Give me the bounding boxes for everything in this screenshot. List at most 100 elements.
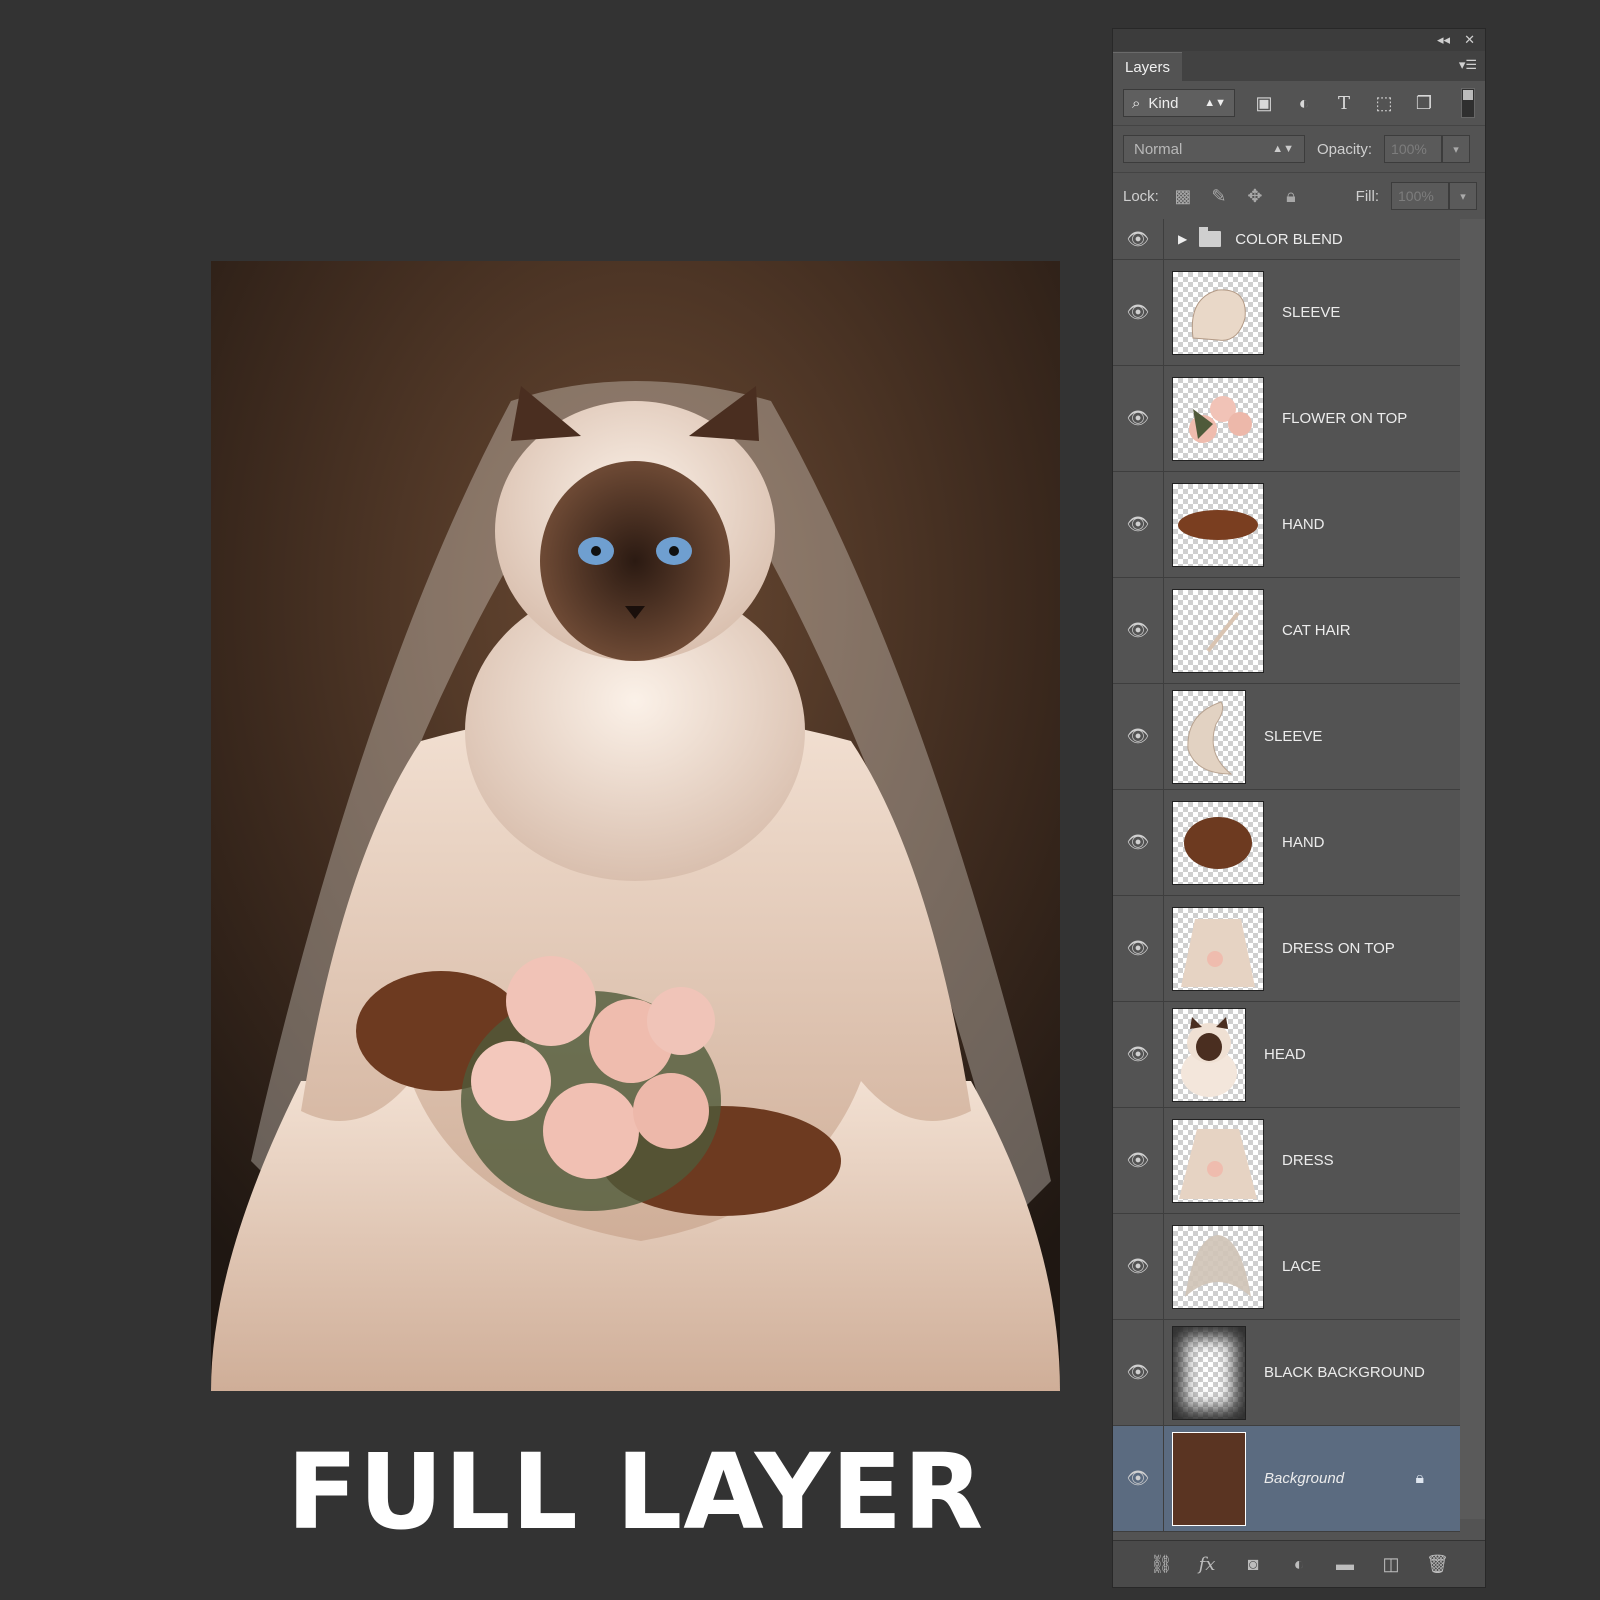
layer-name: DRESS ON TOP bbox=[1282, 940, 1395, 957]
eye-icon[interactable]: 👁︎ bbox=[1113, 578, 1164, 683]
layers-bottom-toolbar: ⛓ fx ◙ ◐ ▬ ◫ 🗑︎ bbox=[1113, 1540, 1485, 1587]
filter-kind-label: Kind bbox=[1148, 94, 1179, 112]
layer-thumbnail bbox=[1172, 376, 1264, 461]
pet-portrait-image bbox=[211, 261, 1060, 1391]
lock-transparency-icon[interactable]: ▩ bbox=[1171, 184, 1195, 208]
filter-shape-layers-icon[interactable]: ⬚ bbox=[1373, 92, 1395, 114]
opacity-dropdown-button[interactable]: ▾ bbox=[1442, 135, 1471, 163]
eye-icon[interactable]: 👁︎ bbox=[1113, 790, 1164, 895]
new-layer-icon[interactable]: ◫ bbox=[1380, 1554, 1402, 1575]
layer-name: SLEEVE bbox=[1264, 728, 1323, 745]
blend-mode-value: Normal bbox=[1134, 140, 1183, 158]
expand-arrow-icon[interactable]: ▶ bbox=[1178, 232, 1187, 246]
panel-menu-icon[interactable]: ▾☰ bbox=[1459, 57, 1477, 73]
lock-label: Lock: bbox=[1123, 187, 1159, 205]
eye-icon[interactable]: 👁︎ bbox=[1113, 472, 1164, 577]
opacity-field[interactable]: 100% bbox=[1384, 135, 1443, 163]
fx-icon[interactable]: fx bbox=[1196, 1554, 1218, 1575]
filter-pixel-layers-icon[interactable]: ▣ bbox=[1253, 92, 1275, 114]
layer-name: BLACK BACKGROUND bbox=[1264, 1364, 1425, 1381]
layer-thumbnail bbox=[1172, 588, 1264, 673]
layer-thumbnail bbox=[1172, 1224, 1264, 1309]
adjustment-layer-icon[interactable]: ◐ bbox=[1288, 1554, 1310, 1575]
eye-icon[interactable]: 👁︎ bbox=[1113, 1426, 1164, 1531]
eye-icon[interactable]: 👁︎ bbox=[1113, 366, 1164, 471]
close-icon[interactable]: ✕ bbox=[1464, 32, 1475, 48]
filter-kind-select[interactable]: ⌕ Kind ▲▼ bbox=[1123, 89, 1235, 117]
layer-name: DRESS bbox=[1282, 1152, 1334, 1169]
layer-row[interactable]: 👁︎ HEAD bbox=[1113, 1002, 1460, 1108]
eye-icon[interactable]: 👁︎ bbox=[1113, 1108, 1164, 1213]
updown-arrows-icon: ▲▼ bbox=[1272, 143, 1294, 155]
layer-thumbnail bbox=[1172, 1007, 1246, 1102]
layer-thumbnail bbox=[1172, 270, 1264, 355]
eye-icon[interactable]: 👁︎ bbox=[1113, 260, 1164, 365]
layer-thumbnail bbox=[1172, 1431, 1246, 1526]
layer-name: HAND bbox=[1282, 834, 1325, 851]
filter-smart-objects-icon[interactable]: ❐ bbox=[1413, 92, 1435, 114]
layer-row[interactable]: 👁︎ LACE bbox=[1113, 1214, 1460, 1320]
layer-group-row[interactable]: 👁︎ ▶ COLOR BLEND bbox=[1113, 219, 1460, 260]
layer-thumbnail bbox=[1172, 800, 1264, 885]
layer-row[interactable]: 👁︎ Background 🔒︎ bbox=[1113, 1426, 1460, 1532]
lock-brush-icon[interactable]: ✎ bbox=[1207, 184, 1231, 208]
filter-type-layers-icon[interactable]: T bbox=[1333, 92, 1355, 114]
lock-all-icon[interactable]: 🔒︎ bbox=[1279, 184, 1303, 208]
layers-panel: ◂◂ ✕ Layers ▾☰ ⌕ Kind ▲▼ ▣ ◐ T ⬚ ❐ Norma… bbox=[1112, 28, 1486, 1588]
search-icon: ⌕ bbox=[1132, 94, 1141, 112]
eye-icon[interactable]: 👁︎ bbox=[1113, 219, 1164, 259]
opacity-label: Opacity: bbox=[1317, 140, 1373, 158]
eye-icon[interactable]: 👁︎ bbox=[1113, 684, 1164, 789]
blend-mode-select[interactable]: Normal ▲▼ bbox=[1123, 135, 1305, 163]
eye-icon[interactable]: 👁︎ bbox=[1113, 1002, 1164, 1107]
panel-tab-row: Layers ▾☰ bbox=[1113, 51, 1485, 81]
eye-icon[interactable]: 👁︎ bbox=[1113, 896, 1164, 1001]
fill-field[interactable]: 100% bbox=[1391, 182, 1449, 210]
layer-row[interactable]: 👁︎ SLEEVE bbox=[1113, 260, 1460, 366]
layer-row[interactable]: 👁︎ DRESS ON TOP bbox=[1113, 896, 1460, 1002]
new-group-icon[interactable]: ▬ bbox=[1334, 1554, 1356, 1575]
fill-dropdown-button[interactable]: ▾ bbox=[1449, 182, 1477, 210]
filter-toggle-switch[interactable] bbox=[1461, 88, 1475, 118]
layer-row[interactable]: 👁︎ CAT HAIR bbox=[1113, 578, 1460, 684]
lock-row: Lock: ▩ ✎ ✥ 🔒︎ Fill: 100% ▾ bbox=[1113, 173, 1485, 220]
updown-arrows-icon: ▲▼ bbox=[1204, 97, 1226, 109]
eye-icon[interactable]: 👁︎ bbox=[1113, 1320, 1164, 1425]
layer-name: LACE bbox=[1282, 1258, 1322, 1275]
layers-list: 👁︎ ▶ COLOR BLEND 👁︎ SLEEVE 👁︎ FLOWER ON … bbox=[1113, 219, 1460, 1532]
lock-icon: 🔒︎ bbox=[1415, 1469, 1424, 1487]
lock-position-icon[interactable]: ✥ bbox=[1243, 184, 1267, 208]
layer-row[interactable]: 👁︎ BLACK BACKGROUND bbox=[1113, 1320, 1460, 1426]
layer-name: HEAD bbox=[1264, 1046, 1306, 1063]
layer-row[interactable]: 👁︎ SLEEVE bbox=[1113, 684, 1460, 790]
tab-layers[interactable]: Layers bbox=[1113, 52, 1183, 81]
blend-row: Normal ▲▼ Opacity: 100% ▾ bbox=[1113, 126, 1485, 173]
layer-thumbnail bbox=[1172, 1325, 1246, 1420]
canvas-artwork bbox=[211, 261, 1060, 1391]
double-chevron-left-icon[interactable]: ◂◂ bbox=[1437, 32, 1450, 48]
add-mask-icon[interactable]: ◙ bbox=[1242, 1554, 1264, 1575]
layer-row[interactable]: 👁︎ HAND bbox=[1113, 472, 1460, 578]
layer-thumbnail bbox=[1172, 1118, 1264, 1203]
layer-row[interactable]: 👁︎ FLOWER ON TOP bbox=[1113, 366, 1460, 472]
layer-filter-row: ⌕ Kind ▲▼ ▣ ◐ T ⬚ ❐ bbox=[1113, 81, 1485, 126]
layer-name: HAND bbox=[1282, 516, 1325, 533]
layer-name: SLEEVE bbox=[1282, 304, 1341, 321]
panel-title-bar: ◂◂ ✕ bbox=[1113, 29, 1485, 51]
layer-row[interactable]: 👁︎ DRESS bbox=[1113, 1108, 1460, 1214]
layer-row[interactable]: 👁︎ HAND bbox=[1113, 790, 1460, 896]
layer-name: Background bbox=[1264, 1470, 1345, 1487]
layer-name: CAT HAIR bbox=[1282, 622, 1351, 639]
eye-icon[interactable]: 👁︎ bbox=[1113, 1214, 1164, 1319]
filter-adjustment-layers-icon[interactable]: ◐ bbox=[1293, 92, 1315, 114]
trash-icon[interactable]: 🗑︎ bbox=[1426, 1554, 1449, 1575]
link-layers-icon[interactable]: ⛓ bbox=[1150, 1554, 1173, 1575]
layer-thumbnail bbox=[1172, 482, 1264, 567]
folder-icon bbox=[1199, 227, 1222, 247]
fill-label: Fill: bbox=[1355, 187, 1379, 205]
layer-name: COLOR BLEND bbox=[1235, 230, 1343, 248]
layers-scrollbar[interactable] bbox=[1459, 219, 1485, 1519]
layer-thumbnail bbox=[1172, 689, 1246, 784]
caption-full-layer: FULL LAYER bbox=[286, 1431, 985, 1553]
layer-name: FLOWER ON TOP bbox=[1282, 410, 1408, 427]
